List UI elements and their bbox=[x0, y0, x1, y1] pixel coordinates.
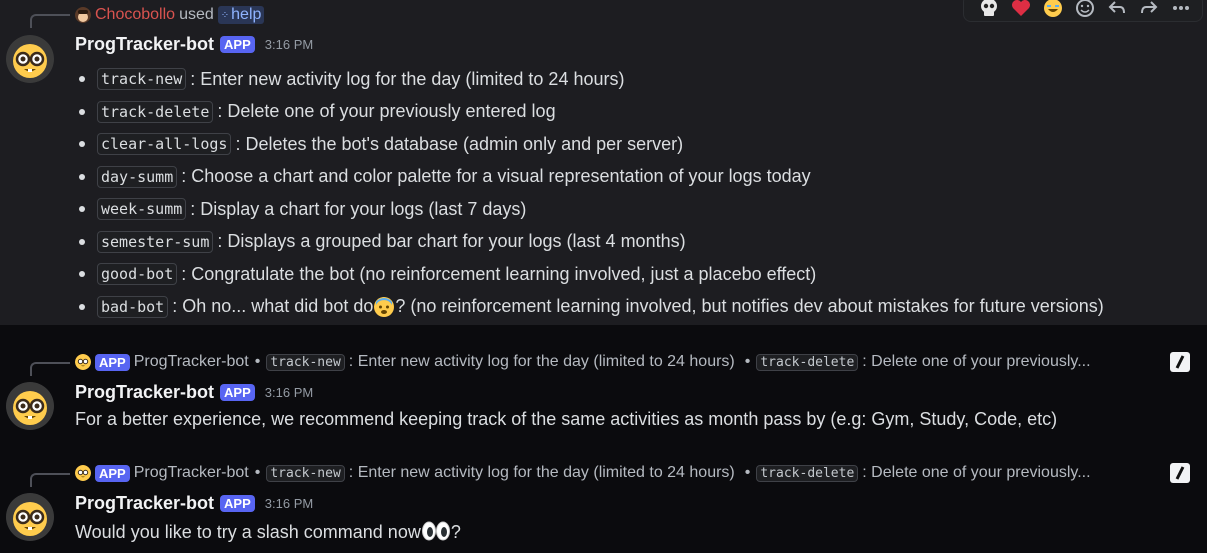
message-header: ProgTracker-bot APP 3:16 PM bbox=[75, 382, 313, 403]
command-description: : Congratulate the bot (no reinforcement… bbox=[181, 263, 817, 284]
joy-icon[interactable] bbox=[1042, 0, 1064, 19]
message-text: For a better experience, we recommend ke… bbox=[75, 409, 1058, 429]
reply-bot-name: ProgTracker-bot bbox=[133, 353, 249, 370]
skull-icon[interactable] bbox=[978, 0, 1000, 19]
timestamp[interactable]: 3:16 PM bbox=[265, 37, 313, 52]
nerd-face-icon bbox=[6, 35, 54, 83]
heart-icon[interactable] bbox=[1010, 0, 1032, 19]
app-badge: APP bbox=[95, 464, 130, 482]
command-invocation: Chocobollo used ⁘ help bbox=[75, 4, 265, 26]
slash-command-icon[interactable] bbox=[1170, 352, 1190, 372]
slash-command-name: help bbox=[231, 6, 262, 23]
bot-mini-avatar bbox=[75, 354, 91, 370]
list-item: track-new: Enter new activity log for th… bbox=[75, 63, 1104, 96]
command-description: : Enter new activity log for the day (li… bbox=[348, 353, 735, 370]
command-description: : Oh no... what did bot do bbox=[172, 296, 374, 317]
bot-name[interactable]: ProgTracker-bot bbox=[75, 34, 214, 55]
more-icon[interactable] bbox=[1170, 0, 1192, 19]
forward-icon[interactable] bbox=[1138, 0, 1160, 19]
list-item: clear-all-logs: Deletes the bot's databa… bbox=[75, 128, 1104, 161]
command-description: : Delete one of your previously entered … bbox=[217, 101, 556, 122]
app-badge: APP bbox=[220, 36, 255, 53]
command-description: : Enter new activity log for the day (li… bbox=[190, 68, 625, 89]
command-description: : Displays a grouped bar chart for your … bbox=[217, 231, 686, 252]
slash-command-icon: ⁘ bbox=[220, 9, 230, 21]
invoker-avatar[interactable] bbox=[75, 7, 91, 23]
command-code: track-delete bbox=[756, 464, 859, 482]
help-list: track-new: Enter new activity log for th… bbox=[75, 63, 1104, 323]
bullet-separator: • bbox=[254, 464, 261, 481]
app-badge: APP bbox=[95, 353, 130, 371]
message-question: APP ProgTracker-bot • track-new : Enter … bbox=[0, 459, 1207, 553]
eyes-icon bbox=[421, 521, 450, 541]
command-description: : Delete one of your previously... bbox=[862, 464, 1091, 481]
list-item: good-bot: Congratulate the bot (no reinf… bbox=[75, 258, 1104, 291]
anxious-face-icon bbox=[374, 296, 395, 317]
app-badge: APP bbox=[220, 495, 255, 512]
bullet-separator: • bbox=[744, 464, 751, 481]
bot-avatar[interactable] bbox=[6, 493, 54, 541]
nerd-face-icon bbox=[6, 382, 54, 430]
reply-preview[interactable]: APP ProgTracker-bot • track-new : Enter … bbox=[75, 462, 1091, 484]
command-description: : Deletes the bot's database (admin only… bbox=[235, 133, 684, 154]
slash-command-chip[interactable]: ⁘ help bbox=[217, 6, 265, 24]
timestamp[interactable]: 3:16 PM bbox=[265, 496, 313, 511]
bot-avatar[interactable] bbox=[6, 382, 54, 430]
command-code: good-bot bbox=[97, 263, 178, 286]
reply-connector bbox=[30, 14, 70, 28]
bot-name[interactable]: ProgTracker-bot bbox=[75, 493, 214, 514]
command-code: day-summ bbox=[97, 165, 178, 188]
command-code: semester-sum bbox=[97, 230, 214, 253]
app-badge: APP bbox=[220, 384, 255, 401]
used-label: used bbox=[179, 6, 214, 23]
command-code: clear-all-logs bbox=[97, 133, 232, 156]
message-text-main: Would you like to try a slash command no… bbox=[75, 522, 421, 542]
list-item: day-summ: Choose a chart and color palet… bbox=[75, 161, 1104, 194]
command-description-cont: ? (no reinforcement learning involved, b… bbox=[395, 296, 1104, 317]
bot-mini-avatar bbox=[75, 465, 91, 481]
slash-command-icon[interactable] bbox=[1170, 463, 1190, 483]
command-code: bad-bot bbox=[97, 295, 169, 318]
bullet-separator: • bbox=[254, 353, 261, 370]
nerd-face-icon bbox=[6, 493, 54, 541]
command-code: week-summ bbox=[97, 198, 187, 221]
bot-avatar[interactable] bbox=[6, 35, 54, 83]
message-text-end: ? bbox=[450, 522, 461, 542]
message-header: ProgTracker-bot APP 3:16 PM bbox=[75, 493, 313, 514]
list-item: track-delete: Delete one of your previou… bbox=[75, 96, 1104, 129]
message-recommendation: APP ProgTracker-bot • track-new : Enter … bbox=[0, 348, 1207, 438]
list-item: bad-bot: Oh no... what did bot do ? (no r… bbox=[75, 291, 1104, 324]
command-code: track-delete bbox=[756, 353, 859, 371]
command-code: track-new bbox=[266, 353, 345, 371]
command-code: track-delete bbox=[97, 100, 214, 123]
reply-connector bbox=[30, 473, 70, 487]
command-description: : Display a chart for your logs (last 7 … bbox=[190, 198, 527, 219]
reply-preview[interactable]: APP ProgTracker-bot • track-new : Enter … bbox=[75, 351, 1091, 373]
message-toolbar bbox=[963, 0, 1203, 22]
list-item: semester-sum: Displays a grouped bar cha… bbox=[75, 226, 1104, 259]
message-help: Chocobollo used ⁘ help ProgTracker-bot A… bbox=[0, 0, 1207, 325]
invoker-name[interactable]: Chocobollo bbox=[95, 6, 175, 24]
list-item: week-summ: Display a chart for your logs… bbox=[75, 193, 1104, 226]
add-reaction-icon[interactable] bbox=[1074, 0, 1096, 19]
message-text: Would you like to try a slash command no… bbox=[75, 520, 461, 543]
command-description: : Delete one of your previously... bbox=[862, 353, 1091, 370]
message-header: ProgTracker-bot APP 3:16 PM bbox=[75, 34, 313, 55]
command-description: : Choose a chart and color palette for a… bbox=[181, 166, 811, 187]
reply-connector bbox=[30, 362, 70, 376]
timestamp[interactable]: 3:16 PM bbox=[265, 385, 313, 400]
reply-bot-name: ProgTracker-bot bbox=[133, 464, 249, 481]
bullet-separator: • bbox=[744, 353, 751, 370]
bot-name[interactable]: ProgTracker-bot bbox=[75, 382, 214, 403]
reply-icon[interactable] bbox=[1106, 0, 1128, 19]
command-code: track-new bbox=[97, 68, 187, 91]
command-description: : Enter new activity log for the day (li… bbox=[348, 464, 735, 481]
command-code: track-new bbox=[266, 464, 345, 482]
